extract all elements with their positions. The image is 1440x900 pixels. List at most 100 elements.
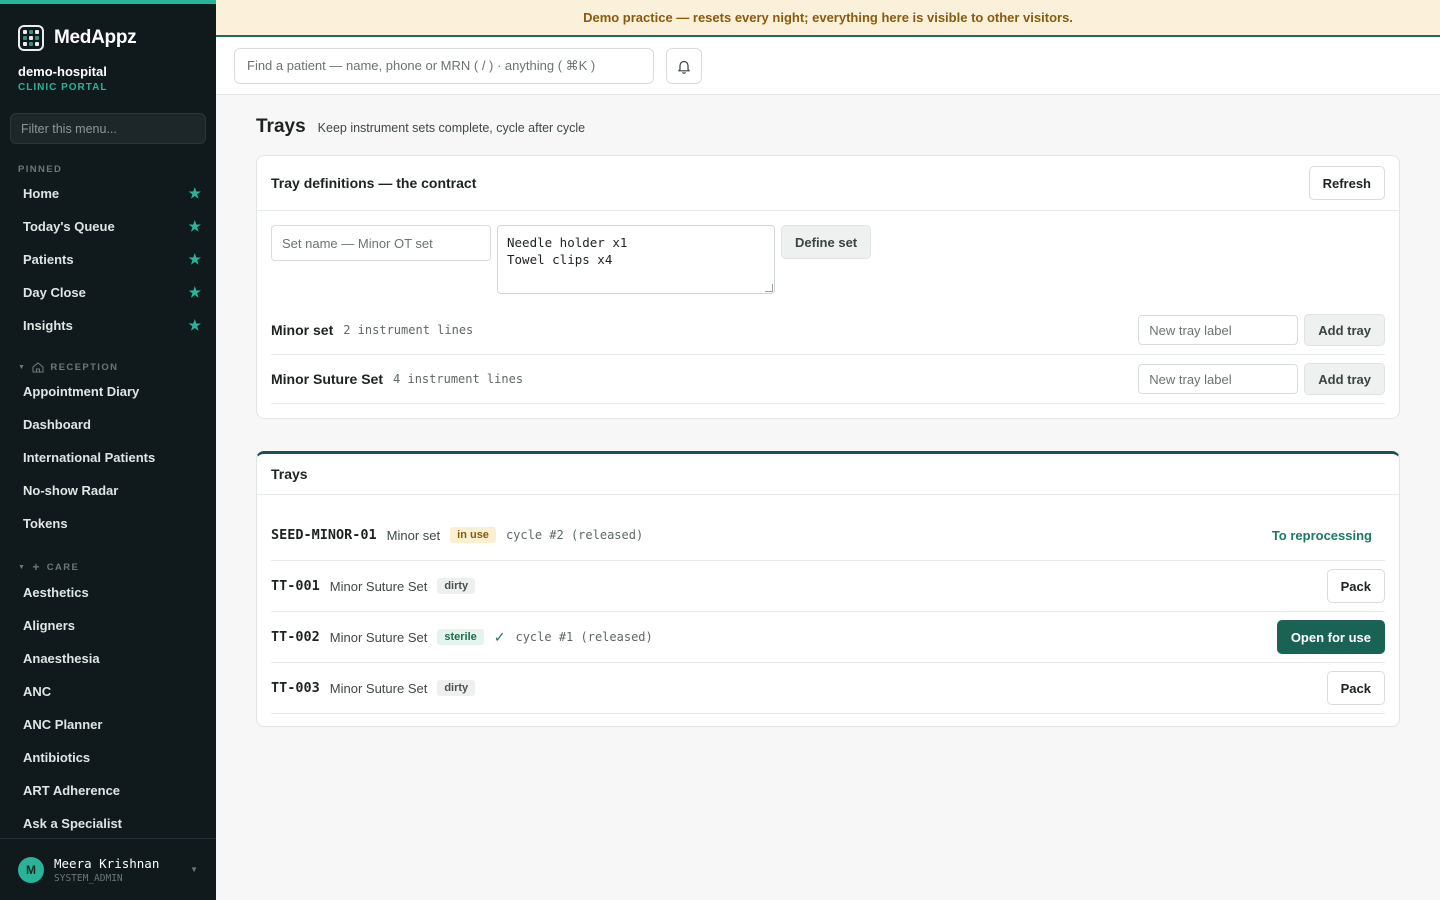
tray-definitions-card: Tray definitions — the contract Refresh … — [256, 155, 1400, 419]
tray-set-name: Minor Suture Set — [329, 680, 428, 696]
refresh-button[interactable]: Refresh — [1308, 166, 1385, 200]
demo-banner-text: Demo practice — resets every night; ever… — [583, 10, 1073, 25]
new-tray-label-input[interactable]: New tray label — [1138, 315, 1299, 345]
tray-cycle: cycle #2 (released) — [505, 528, 644, 542]
trays-card: Trays SEED-MINOR-01 Minor set in use cyc… — [256, 451, 1400, 727]
sidebar-item-no-show-radar[interactable]: No-show Radar — [0, 474, 216, 507]
patient-search-input[interactable]: Find a patient — name, phone or MRN ( / … — [234, 48, 654, 84]
notifications-button[interactable] — [666, 48, 702, 84]
set-name-placeholder: Set name — Minor OT set — [282, 235, 433, 251]
star-icon[interactable]: ★ — [188, 185, 201, 202]
sidebar-item-todays-queue[interactable]: Today's Queue ★ — [0, 210, 216, 243]
add-tray-button[interactable]: Add tray — [1304, 363, 1385, 395]
set-name: Minor Suture Set — [271, 371, 384, 387]
star-icon[interactable]: ★ — [188, 218, 201, 235]
sidebar-item-international-patients[interactable]: International Patients — [0, 441, 216, 474]
tray-row: TT-003 Minor Suture Set dirty Pack — [271, 663, 1385, 714]
pinned-section-title: PINNED — [0, 164, 216, 175]
chevron-down-icon: ▼ — [190, 865, 198, 874]
set-name-input[interactable]: Set name — Minor OT set — [271, 225, 491, 261]
user-name: Meera Krishnan — [54, 855, 160, 871]
definition-actions: New tray label Add tray — [1138, 314, 1385, 346]
sidebar-item-dashboard[interactable]: Dashboard — [0, 408, 216, 441]
tray-id: TT-001 — [271, 578, 320, 594]
reception-list: Appointment Diary Dashboard Internationa… — [0, 375, 216, 540]
tray-definitions-header: Tray definitions — the contract Refresh — [257, 156, 1399, 211]
sidebar-item-tokens[interactable]: Tokens — [0, 507, 216, 540]
sidebar-item-appointment-diary[interactable]: Appointment Diary — [0, 375, 216, 408]
sidebar-item-aesthetics[interactable]: Aesthetics — [0, 576, 216, 609]
brand[interactable]: MedAppz — [0, 4, 216, 58]
plus-icon: + — [32, 560, 41, 574]
sidebar-item-anc[interactable]: ANC — [0, 675, 216, 708]
definition-row: Minor set 2 instrument lines New tray la… — [271, 306, 1385, 355]
to-reprocessing-button[interactable]: To reprocessing — [1259, 518, 1385, 552]
open-for-use-button[interactable]: Open for use — [1276, 620, 1385, 654]
tray-set-name: Minor Suture Set — [329, 629, 428, 645]
sidebar-item-insights[interactable]: Insights ★ — [0, 309, 216, 342]
instrument-line-count: 2 instrument lines — [343, 323, 474, 337]
sidebar-item-label: Aesthetics — [23, 585, 89, 600]
new-tray-label-input[interactable]: New tray label — [1138, 364, 1299, 394]
sidebar-item-label: Anaesthesia — [23, 651, 100, 666]
pinned-section-label: PINNED — [18, 164, 63, 175]
user-role: SYSTEM_ADMIN — [54, 872, 123, 884]
tray-row: TT-002 Minor Suture Set sterile ✓ cycle … — [271, 612, 1385, 663]
trays-header: Trays — [257, 454, 1399, 495]
star-icon[interactable]: ★ — [188, 284, 201, 301]
sidebar-item-label: Insights — [23, 318, 73, 333]
care-section-title[interactable]: ▼ + CARE — [0, 560, 216, 574]
tray-row: SEED-MINOR-01 Minor set in use cycle #2 … — [271, 510, 1385, 561]
pack-button[interactable]: Pack — [1326, 671, 1385, 705]
sidebar-item-label: Ask a Specialist — [23, 816, 122, 831]
sidebar-item-label: No-show Radar — [23, 483, 119, 498]
org-name: demo-hospital — [18, 64, 107, 79]
sidebar-item-label: Home — [23, 186, 60, 201]
new-tray-label-placeholder: New tray label — [1149, 322, 1232, 338]
topbar: Find a patient — name, phone or MRN ( / … — [216, 37, 1440, 95]
instrument-line-count: 4 instrument lines — [393, 372, 524, 386]
tray-id: TT-003 — [271, 680, 320, 696]
org-info: demo-hospital CLINIC PORTAL — [0, 58, 216, 93]
reception-section-label: RECEPTION — [50, 362, 119, 373]
org-subtitle: CLINIC PORTAL — [18, 82, 108, 93]
sidebar-item-patients[interactable]: Patients ★ — [0, 243, 216, 276]
sidebar-item-label: ART Adherence — [23, 783, 121, 798]
sidebar-item-art-adherence[interactable]: ART Adherence — [0, 774, 216, 807]
page-title: Trays — [256, 116, 306, 137]
care-section-label: CARE — [46, 561, 80, 573]
user-menu[interactable]: M Meera Krishnan SYSTEM_ADMIN ▼ — [0, 838, 216, 900]
reception-section-title[interactable]: ▼ RECEPTION — [0, 362, 216, 373]
sidebar-item-label: Appointment Diary — [23, 384, 140, 399]
star-icon[interactable]: ★ — [188, 251, 201, 268]
new-tray-label-placeholder: New tray label — [1149, 371, 1232, 387]
sidebar-item-day-close[interactable]: Day Close ★ — [0, 276, 216, 309]
user-info: Meera Krishnan SYSTEM_ADMIN — [54, 856, 159, 884]
sidebar-item-anc-planner[interactable]: ANC Planner — [0, 708, 216, 741]
sidebar-item-label: Tokens — [23, 516, 68, 531]
menu-filter-input[interactable]: Filter this menu... — [10, 113, 206, 144]
demo-banner: Demo practice — resets every night; ever… — [216, 0, 1440, 37]
star-icon[interactable]: ★ — [188, 317, 201, 334]
tray-id: TT-002 — [271, 629, 320, 645]
check-icon: ✓ — [493, 628, 506, 645]
bell-icon — [678, 60, 690, 74]
definition-row: Minor Suture Set 4 instrument lines New … — [271, 355, 1385, 404]
sidebar-item-ask-a-specialist[interactable]: Ask a Specialist — [0, 807, 216, 840]
instrument-lines-textarea[interactable]: Needle holder x1 Towel clips x4 — [497, 225, 775, 294]
caret-down-icon: ▼ — [18, 563, 27, 571]
sidebar-item-anaesthesia[interactable]: Anaesthesia — [0, 642, 216, 675]
resize-handle[interactable] — [765, 284, 773, 292]
sidebar-item-antibiotics[interactable]: Antibiotics — [0, 741, 216, 774]
sidebar-item-home[interactable]: Home ★ — [0, 177, 216, 210]
add-tray-button[interactable]: Add tray — [1304, 314, 1385, 346]
definition-actions: New tray label Add tray — [1138, 363, 1385, 395]
tray-definitions-title: Tray definitions — the contract — [271, 175, 477, 191]
define-set-button[interactable]: Define set — [781, 225, 872, 259]
caret-down-icon: ▼ — [18, 364, 27, 371]
tray-set-name: Minor set — [386, 527, 441, 543]
pack-button[interactable]: Pack — [1326, 569, 1385, 603]
sidebar-item-aligners[interactable]: Aligners — [0, 609, 216, 642]
sidebar: MedAppz demo-hospital CLINIC PORTAL Filt… — [0, 0, 216, 900]
set-name: Minor set — [271, 322, 334, 338]
